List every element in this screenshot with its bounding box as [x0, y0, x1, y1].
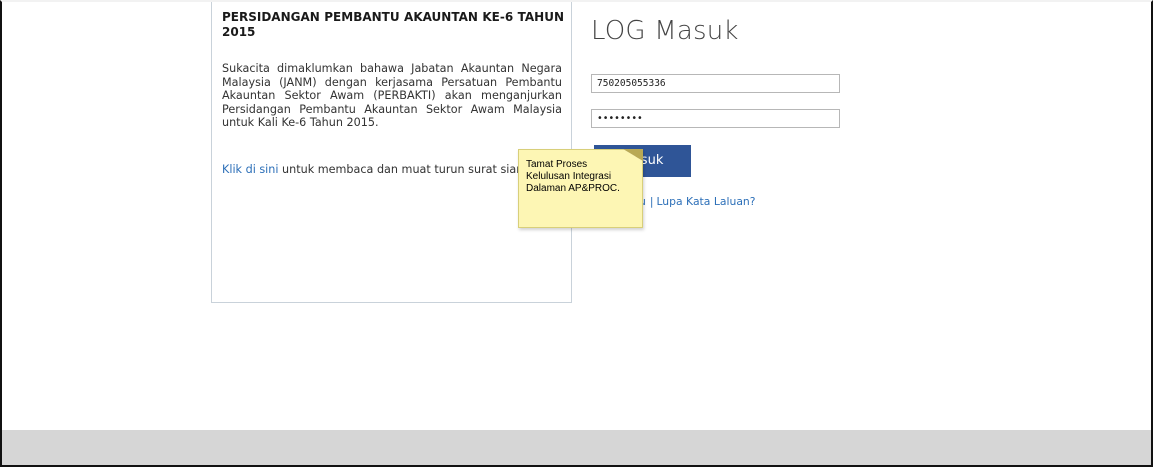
- announcement-body: Sukacita dimaklumkan bahawa Jabatan Akau…: [222, 62, 562, 129]
- tooltip-note: Tamat Proses Kelulusan Integrasi Dalaman…: [518, 149, 643, 228]
- username-input[interactable]: [597, 75, 834, 92]
- password-input[interactable]: [597, 110, 834, 127]
- click-here-link[interactable]: Klik di sini: [222, 163, 279, 176]
- tooltip-fold-shadow: [623, 149, 643, 161]
- browser-viewport: PERSIDANGAN PEMBANTU AKAUNTAN KE-6 TAHUN…: [0, 0, 1153, 467]
- announcement-title: PERSIDANGAN PEMBANTU AKAUNTAN KE-6 TAHUN…: [222, 10, 564, 39]
- tooltip-line-1: Tamat Proses: [526, 159, 588, 170]
- username-field[interactable]: [591, 74, 840, 93]
- login-title: LOG Masuk: [591, 16, 739, 46]
- password-field[interactable]: [591, 109, 840, 128]
- forgot-password-link[interactable]: Lupa Kata Laluan?: [656, 195, 755, 208]
- link-separator: |: [649, 195, 654, 208]
- footer-band: [2, 430, 1151, 465]
- tooltip-line-2: Kelulusan Integrasi: [526, 171, 612, 182]
- tooltip-line-3: Dalaman AP&PROC.: [526, 183, 620, 194]
- announcement-link-suffix: untuk membaca dan muat turun surat siar: [278, 163, 521, 176]
